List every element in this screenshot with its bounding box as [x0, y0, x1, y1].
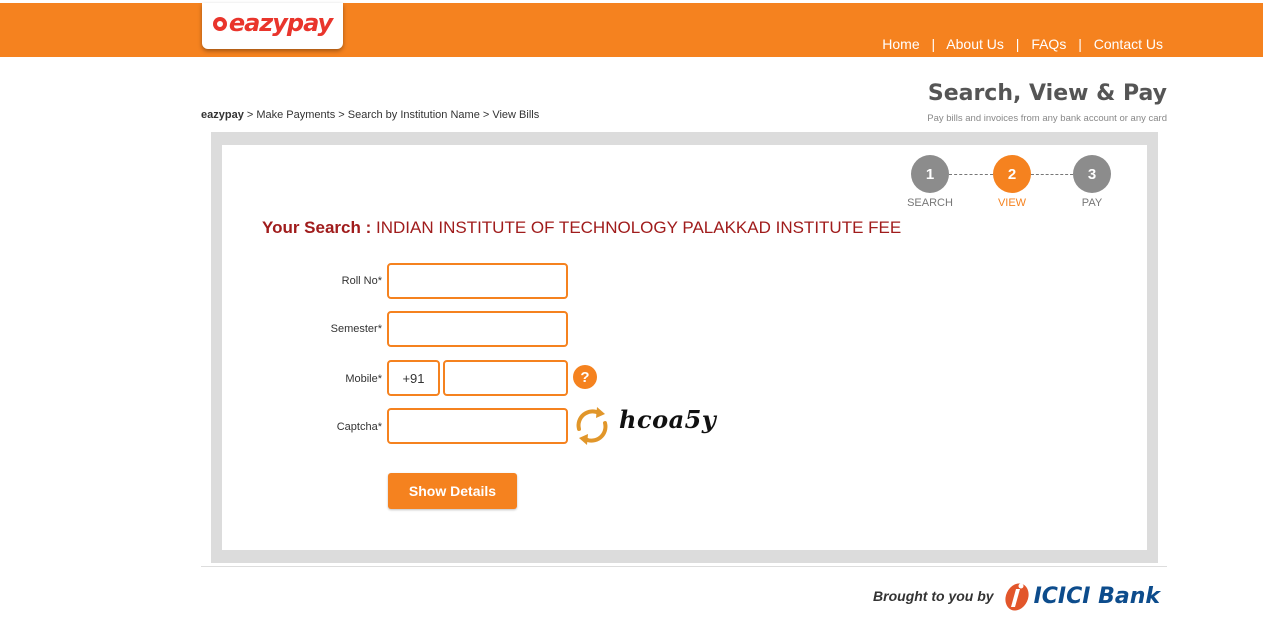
roll-no-label: Roll No*	[341, 275, 382, 287]
captcha-label: Captcha*	[336, 421, 382, 433]
mobile-country-code: +91	[387, 360, 440, 396]
nav-contact-us[interactable]: Contact Us	[1094, 36, 1163, 52]
bank-name: ICICI Bank	[1033, 583, 1160, 609]
search-key: Your Search :	[262, 218, 372, 237]
show-details-button[interactable]: Show Details	[388, 473, 517, 509]
step-1-circle: 1	[911, 155, 949, 193]
step-3-label: PAY	[1081, 197, 1103, 209]
search-summary: Your Search : INDIAN INSTITUTE OF TECHNO…	[262, 218, 901, 238]
nav-separator: |	[1078, 36, 1082, 52]
breadcrumb: eazypay > Make Payments > Search by Inst…	[201, 109, 539, 121]
step-connector	[1031, 174, 1073, 175]
page-title: Search, View & Pay	[927, 81, 1167, 106]
footer-byline: Brought to you by	[873, 588, 994, 604]
search-value: INDIAN INSTITUTE OF TECHNOLOGY PALAKKAD …	[376, 218, 902, 237]
nav-separator: |	[1015, 36, 1020, 52]
semester-input[interactable]	[387, 311, 568, 347]
refresh-icon[interactable]	[571, 405, 613, 447]
top-nav: Home | About Us | FAQs | Contact Us	[882, 36, 1163, 52]
step-1-label: SEARCH	[907, 197, 953, 209]
logo-text: eazypay	[228, 9, 333, 37]
semester-label: Semester*	[330, 323, 382, 335]
captcha-image-text: hcoa5y	[619, 405, 717, 434]
question-mark-icon[interactable]: ?	[573, 365, 597, 389]
step-connector	[949, 174, 993, 175]
breadcrumb-trail: > Make Payments > Search by Institution …	[243, 109, 540, 121]
footer-divider	[201, 566, 1167, 567]
step-3-circle: 3	[1073, 155, 1111, 193]
nav-home[interactable]: Home	[882, 36, 919, 52]
header-bar: eazypay Home | About Us | FAQs | Contact…	[0, 3, 1263, 57]
step-2-label: VIEW	[997, 197, 1027, 209]
step-2-circle: 2	[993, 155, 1031, 193]
logo-mark-icon	[212, 17, 227, 31]
nav-separator: |	[931, 36, 936, 52]
footer-brand: Brought to you by ICICI Bank	[873, 580, 1160, 612]
eazypay-logo[interactable]: eazypay	[202, 3, 343, 49]
nav-about-us[interactable]: About Us	[946, 36, 1004, 52]
breadcrumb-root[interactable]: eazypay	[201, 109, 244, 121]
roll-no-input[interactable]	[387, 263, 568, 299]
icici-logo-icon	[1004, 583, 1029, 611]
nav-faqs[interactable]: FAQs	[1031, 36, 1066, 52]
mobile-label: Mobile*	[345, 373, 382, 385]
page-subtitle: Pay bills and invoices from any bank acc…	[927, 113, 1167, 124]
mobile-input[interactable]	[443, 360, 568, 396]
captcha-input[interactable]	[387, 408, 568, 444]
